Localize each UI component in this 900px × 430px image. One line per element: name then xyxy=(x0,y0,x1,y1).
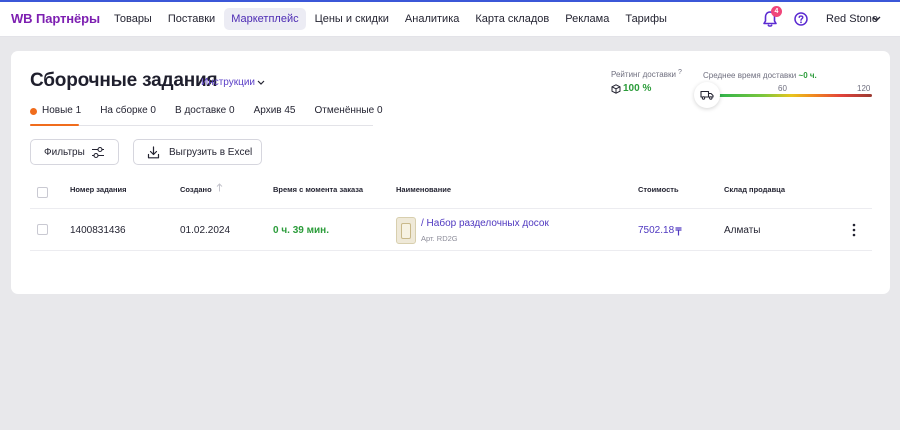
column-header-price[interactable]: Стоимость xyxy=(638,185,679,194)
tab-archive[interactable]: Архив 45 xyxy=(254,105,296,125)
avg-delivery-label: Среднее время доставки xyxy=(703,71,797,80)
column-header-warehouse[interactable]: Склад продавца xyxy=(724,185,785,194)
tab-in-assembly[interactable]: На сборке 0 xyxy=(100,105,156,125)
nav-item-warehouse-map[interactable]: Карта складов xyxy=(468,8,556,30)
delivery-rating-label: Рейтинг доставки xyxy=(611,70,676,79)
row-checkbox[interactable] xyxy=(37,224,48,235)
time-since-order: 0 ч. 39 мин. xyxy=(273,225,329,236)
notifications-button[interactable]: 4 xyxy=(762,6,782,28)
scale-tick-mid: 60 xyxy=(778,84,787,93)
product-name-link[interactable]: / Набор разделочных досок xyxy=(421,218,549,229)
price-value: 7502.18 xyxy=(638,225,675,236)
nav-item-products[interactable]: Товары xyxy=(107,8,159,30)
nav-item-marketplace[interactable]: Маркетплейс xyxy=(224,8,306,30)
truck-icon xyxy=(700,90,714,100)
column-header-name[interactable]: Наименование xyxy=(396,185,451,194)
column-header-created[interactable]: Создано xyxy=(180,185,212,194)
delivery-rating-value: 100 % xyxy=(623,83,652,94)
assembly-tasks-card: Сборочные задания Инструкции Новые 1 На … xyxy=(11,51,890,294)
active-tab-underline xyxy=(30,124,79,126)
avg-delivery-time: Среднее время доставки ~0 ч. xyxy=(703,71,817,80)
delivery-time-scale xyxy=(717,94,872,97)
main-nav: Товары Поставки Маркетплейс Цены и скидк… xyxy=(107,8,676,30)
instructions-link[interactable]: Инструкции xyxy=(201,77,255,88)
tab-cancelled[interactable]: Отменённые 0 xyxy=(315,105,383,125)
page-title: Сборочные задания xyxy=(30,70,218,91)
tenge-currency-icon xyxy=(675,227,682,236)
filters-button[interactable]: Фильтры xyxy=(30,139,119,165)
nav-item-advertising[interactable]: Реклама xyxy=(558,8,616,30)
sort-arrow-icon[interactable] xyxy=(216,183,223,192)
nav-item-tariffs[interactable]: Тарифы xyxy=(618,8,674,30)
warehouse-name: Алматы xyxy=(724,225,761,236)
filters-button-label: Фильтры xyxy=(44,146,85,158)
product-thumbnail[interactable] xyxy=(396,217,416,244)
tab-new[interactable]: Новые 1 xyxy=(30,105,81,125)
delivery-scale-marker xyxy=(694,82,720,108)
scale-tick-max: 120 xyxy=(857,84,871,93)
download-icon xyxy=(147,146,160,159)
export-excel-label: Выгрузить в Excel xyxy=(169,146,253,158)
table-row-divider xyxy=(30,250,872,251)
app-logo[interactable]: WB Партнёры xyxy=(11,11,100,26)
delivery-rating-hint[interactable]: ? xyxy=(678,69,682,76)
chevron-down-icon[interactable] xyxy=(257,80,265,86)
table-header-divider xyxy=(30,208,872,209)
nav-item-supplies[interactable]: Поставки xyxy=(161,8,222,30)
nav-item-analytics[interactable]: Аналитика xyxy=(398,8,466,30)
select-all-checkbox[interactable] xyxy=(37,187,48,198)
tab-in-delivery[interactable]: В доставке 0 xyxy=(175,105,235,125)
created-date: 01.02.2024 xyxy=(180,225,231,236)
active-tab-dot xyxy=(30,108,37,115)
column-header-time-since-order[interactable]: Время с момента заказа xyxy=(273,185,363,194)
user-menu-name[interactable]: Red Stone xyxy=(826,13,878,25)
tabs-divider xyxy=(30,125,373,126)
notifications-count-badge: 4 xyxy=(771,6,782,17)
help-button[interactable] xyxy=(794,12,808,26)
status-tabs: Новые 1 На сборке 0 В доставке 0 Архив 4… xyxy=(30,105,402,125)
more-vertical-icon[interactable] xyxy=(851,223,857,237)
product-thumbnail-image xyxy=(401,223,411,239)
help-circle-icon xyxy=(794,12,808,26)
export-excel-button[interactable]: Выгрузить в Excel xyxy=(133,139,262,165)
sliders-icon xyxy=(92,146,104,159)
box-icon xyxy=(611,84,621,94)
top-navigation-bar: WB Партнёры Товары Поставки Маркетплейс … xyxy=(0,2,900,37)
avg-delivery-value: ~0 ч. xyxy=(798,71,817,80)
tab-new-label: Новые 1 xyxy=(42,105,82,116)
chevron-down-icon[interactable] xyxy=(872,16,881,22)
product-article: Арт. RD2G xyxy=(421,234,458,243)
nav-item-prices-discounts[interactable]: Цены и скидки xyxy=(308,8,396,30)
column-header-task-number[interactable]: Номер задания xyxy=(70,185,127,194)
task-number: 1400831436 xyxy=(70,225,126,236)
